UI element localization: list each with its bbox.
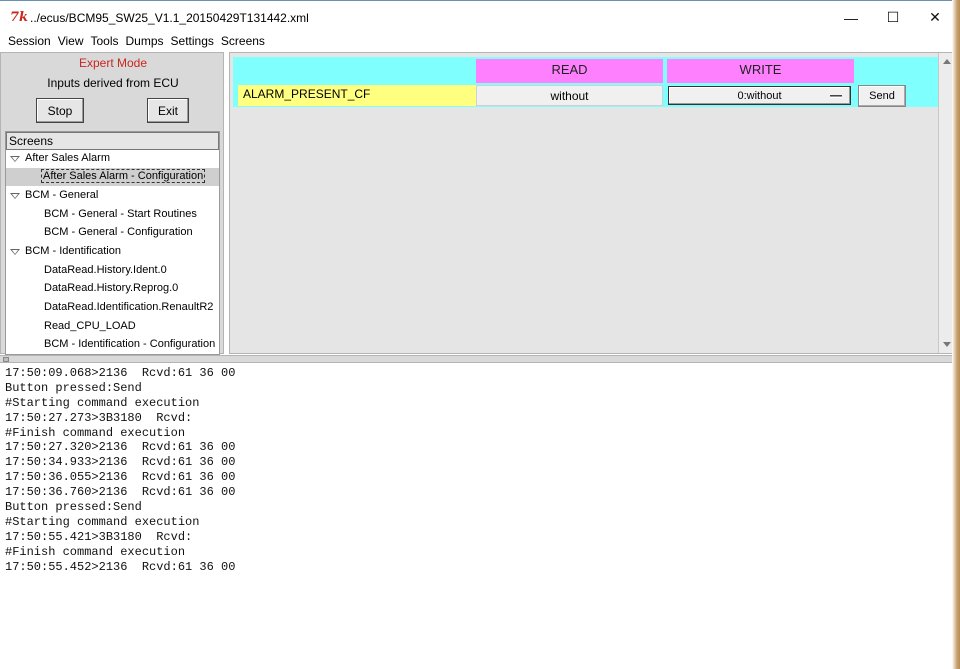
tree-item-bcm-identification-configuration[interactable]: BCM - Identification - Configuration (6, 336, 219, 354)
log-line: 17:50:09.068>2136 Rcvd:61 36 00 (5, 366, 236, 380)
mode-label: Expert Mode (78, 56, 148, 70)
tree-item-label: After Sales Alarm - Configuration (40, 169, 206, 183)
parameter-name: ALARM_PRESENT_CF (238, 85, 476, 106)
log-line: #Finish command execution (5, 425, 186, 440)
log-line: Button pressed:Send (5, 500, 142, 515)
scroll-down-icon[interactable] (943, 342, 951, 347)
tree-item-label: BCM - General - Configuration (44, 226, 193, 238)
tree-group-bcm-general[interactable]: BCM - General (6, 187, 219, 205)
tree-item-label: BCM - General (25, 189, 99, 201)
exit-button[interactable]: Exit (147, 98, 189, 123)
desktop-edge (952, 0, 960, 669)
maximize-button[interactable]: ☐ (870, 1, 916, 34)
send-button[interactable]: Send (858, 85, 906, 107)
tree-item-dataread-history-reprog[interactable]: DataRead.History.Reprog.0 (6, 280, 219, 298)
log-line: Button pressed:Send (5, 380, 142, 395)
collapse-arrow-icon[interactable] (10, 156, 20, 162)
screens-tree: Screens After Sales Alarm After Sales Al… (5, 131, 220, 355)
minimize-button[interactable]: — (828, 1, 874, 34)
tree-item-dataread-identification[interactable]: DataRead.Identification.RenaultR2 (6, 299, 219, 317)
log-line: #Starting command execution (5, 514, 200, 529)
tree-item-label: BCM - Identification (25, 245, 121, 257)
pane-splitter[interactable] (0, 355, 960, 363)
tree-item-dataread-history-ident[interactable]: DataRead.History.Ident.0 (6, 262, 219, 280)
log-line: 17:50:34.933>2136 Rcvd:61 36 00 (5, 455, 236, 470)
menu-tools[interactable]: Tools (83, 33, 119, 51)
stop-button[interactable]: Stop (36, 98, 84, 123)
window-title: ../ecus/BCM95_SW25_V1.1_20150429T131442.… (30, 11, 309, 25)
menu-view[interactable]: View (50, 33, 84, 51)
write-header: WRITE (667, 59, 854, 83)
log-output: 17:50:09.068>2136 Rcvd:61 36 00 Button p… (0, 364, 960, 669)
dropdown-indicator-icon (830, 95, 842, 98)
tree-item-label: Read_CPU_LOAD (44, 320, 136, 332)
collapse-arrow-icon[interactable] (10, 249, 20, 255)
log-line: 17:50:36.055>2136 Rcvd:61 36 00 (5, 470, 236, 485)
log-line: 17:50:55.452>2136 Rcvd:61 36 00 (5, 559, 236, 574)
read-header: READ (476, 59, 663, 83)
tree-item-after-sales-alarm-configuration[interactable]: After Sales Alarm - Configuration (6, 168, 219, 186)
tk-app-icon: 7k (10, 10, 29, 25)
dropdown-value: 0:without (737, 90, 782, 102)
tree-item-label: DataRead.Identification.RenaultR2 (44, 301, 214, 313)
write-value-dropdown[interactable]: 0:without (668, 86, 851, 105)
tree-item-label: BCM - General - Start Routines (44, 208, 197, 220)
parameter-row: READ WRITE ALARM_PRESENT_CF without 0:wi… (233, 57, 940, 107)
screen-view: READ WRITE ALARM_PRESENT_CF without 0:wi… (229, 52, 955, 354)
collapse-arrow-icon[interactable] (10, 193, 20, 199)
tree-group-after-sales-alarm[interactable]: After Sales Alarm (6, 150, 219, 168)
close-icon: ✕ (929, 9, 941, 25)
log-line: 17:50:36.760>2136 Rcvd:61 36 00 (5, 485, 236, 500)
log-line: 17:50:55.421>3B3180 Rcvd: (5, 529, 193, 544)
menu-settings[interactable]: Settings (163, 33, 214, 51)
tree-item-bcm-general-configuration[interactable]: BCM - General - Configuration (6, 224, 219, 242)
sash-handle-icon[interactable] (3, 357, 9, 362)
menu-dumps[interactable]: Dumps (118, 33, 164, 51)
tree-item-label: After Sales Alarm (25, 152, 110, 164)
tree-header[interactable]: Screens (6, 132, 219, 150)
tree-item-label: DataRead.History.Ident.0 (44, 264, 167, 276)
tree-item-label: DataRead.History.Reprog.0 (44, 282, 179, 294)
minimize-icon: — (844, 9, 858, 26)
menu-screens[interactable]: Screens (213, 33, 265, 51)
tree-item-bcm-general-start-routines[interactable]: BCM - General - Start Routines (6, 206, 219, 224)
read-value: without (476, 85, 663, 106)
tree-item-label: BCM - Identification - Configuration (44, 338, 216, 350)
tree-item-read-cpu-load[interactable]: Read_CPU_LOAD (6, 318, 219, 336)
title-bar: 7k ../ecus/BCM95_SW25_V1.1_20150429T1314… (0, 0, 960, 33)
log-line: #Starting command execution (5, 395, 200, 410)
scroll-up-icon[interactable] (943, 59, 951, 64)
control-panel: Expert Mode Inputs derived from ECU Stop… (0, 52, 224, 355)
menu-bar: Session View Tools Dumps Settings Screen… (0, 33, 960, 51)
maximize-icon: ☐ (886, 9, 900, 25)
log-line: 17:50:27.320>2136 Rcvd:61 36 00 (5, 440, 236, 455)
log-line: #Finish command execution (5, 544, 186, 559)
tree-group-bcm-identification[interactable]: BCM - Identification (6, 243, 219, 261)
log-line: 17:50:27.273>3B3180 Rcvd: (5, 410, 193, 425)
menu-session[interactable]: Session (0, 33, 51, 51)
info-label: Inputs derived from ECU (47, 76, 179, 90)
